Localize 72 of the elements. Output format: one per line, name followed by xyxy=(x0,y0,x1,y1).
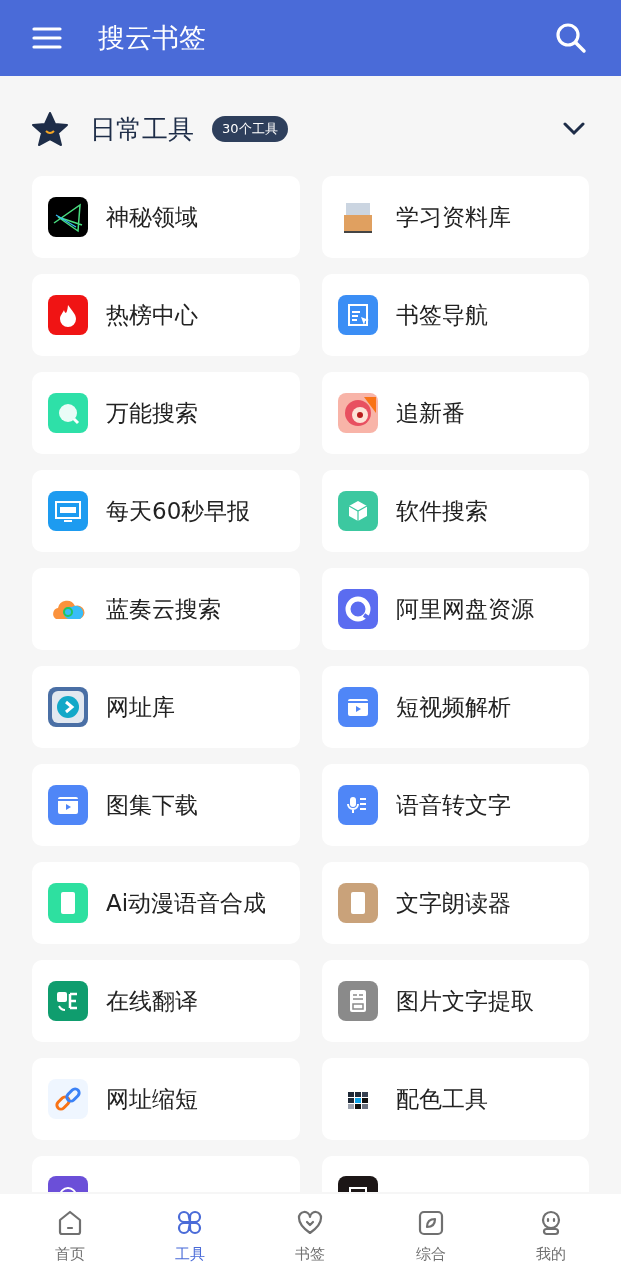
cube-icon xyxy=(337,491,378,531)
tool-card[interactable]: 图集下载 xyxy=(32,764,300,846)
translate-icon xyxy=(48,981,88,1021)
mesh-icon xyxy=(48,197,88,237)
news-screen-icon xyxy=(48,491,88,531)
tool-label: 网址缩短 xyxy=(106,1084,198,1114)
nav-tab[interactable]: 综合 xyxy=(390,1208,471,1266)
section-title: 日常工具 xyxy=(90,112,194,146)
chain-link-icon xyxy=(48,1079,88,1119)
tool-card[interactable]: 蓝奏云搜索 xyxy=(32,568,300,650)
tool-label: 软件搜索 xyxy=(395,496,488,526)
tool-label: 文字朗读器 xyxy=(395,888,511,918)
tool-label: 在线翻译 xyxy=(106,986,198,1016)
nav-tab[interactable]: 工具 xyxy=(150,1208,231,1266)
square-glyph-icon xyxy=(337,1176,378,1192)
compass-icon xyxy=(416,1208,445,1237)
tool-card[interactable]: 软件搜索 xyxy=(321,470,589,552)
count-badge: 30个工具 xyxy=(212,116,288,142)
nav-tab[interactable]: 首页 xyxy=(30,1208,111,1266)
tool-card[interactable]: 短视频解析 xyxy=(321,666,589,748)
tool-label: 语音转文字 xyxy=(395,790,511,820)
microphone-icon xyxy=(337,785,378,825)
tool-card[interactable]: 在线翻译 xyxy=(32,960,300,1042)
card-icon xyxy=(337,883,378,923)
tool-label: 图集下载 xyxy=(106,790,198,820)
tool-card[interactable]: 网址缩短 xyxy=(32,1058,300,1140)
tool-label: 短视频解析 xyxy=(395,692,511,722)
chat-search-icon xyxy=(48,393,88,433)
tool-card[interactable]: 每天60秒早报 xyxy=(32,470,300,552)
tool-label: Ai动漫语音合成 xyxy=(106,888,267,918)
tool-label: 配色工具 xyxy=(395,1084,488,1114)
tool-card[interactable]: 语音转文字 xyxy=(321,764,589,846)
tool-card[interactable]: 学习资料库 xyxy=(321,176,589,258)
tool-label: 书签导航 xyxy=(395,300,488,330)
menu-icon xyxy=(32,26,62,50)
search-button[interactable] xyxy=(553,20,589,56)
tool-card[interactable]: 阿里网盘资源 xyxy=(321,568,589,650)
tool-card[interactable]: 配色工具 xyxy=(321,1058,589,1140)
nav-tab[interactable]: 我的 xyxy=(510,1208,591,1266)
tool-label: 每天60秒早报 xyxy=(106,496,251,526)
tool-card[interactable]: 万能搜索 xyxy=(32,372,300,454)
clapper-icon xyxy=(337,687,378,727)
bookmark-page-icon xyxy=(337,295,378,335)
tool-card[interactable]: 神秘领域 xyxy=(32,176,300,258)
tool-label: 万能搜索 xyxy=(106,398,198,428)
chevron-icon xyxy=(563,122,585,136)
tool-label: 热榜中心 xyxy=(106,300,198,330)
app-title: 搜云书签 xyxy=(98,20,207,55)
clapper-icon xyxy=(48,785,88,825)
tool-card[interactable]: 书签导航 xyxy=(321,274,589,356)
document-icon xyxy=(48,883,88,923)
text-image-icon xyxy=(337,981,378,1021)
heart-icon xyxy=(296,1208,325,1237)
ring-icon xyxy=(337,589,378,629)
tool-label: 阿里网盘资源 xyxy=(395,594,534,624)
tool-card[interactable]: 网址库 xyxy=(32,666,300,748)
tool-card[interactable]: Ai动漫语音合成 xyxy=(32,862,300,944)
search-icon xyxy=(555,22,587,54)
tool-label: 网址库 xyxy=(106,692,175,722)
tool-label: 神秘领域 xyxy=(106,202,198,232)
tool-card[interactable]: 追新番 xyxy=(321,372,589,454)
tool-card[interactable] xyxy=(321,1156,589,1192)
tool-card[interactable]: 热榜中心 xyxy=(32,274,300,356)
flame-icon xyxy=(48,295,88,335)
tool-label: 学习资料库 xyxy=(395,202,511,232)
star-icon xyxy=(32,112,68,146)
tool-card[interactable]: 文字朗读器 xyxy=(321,862,589,944)
tool-label: 图片文字提取 xyxy=(395,986,534,1016)
tool-label: 追新番 xyxy=(395,398,465,428)
tool-label: 蓝奏云搜索 xyxy=(106,594,221,624)
tool-card[interactable]: 图片文字提取 xyxy=(321,960,589,1042)
nav-tab[interactable]: 书签 xyxy=(270,1208,351,1266)
